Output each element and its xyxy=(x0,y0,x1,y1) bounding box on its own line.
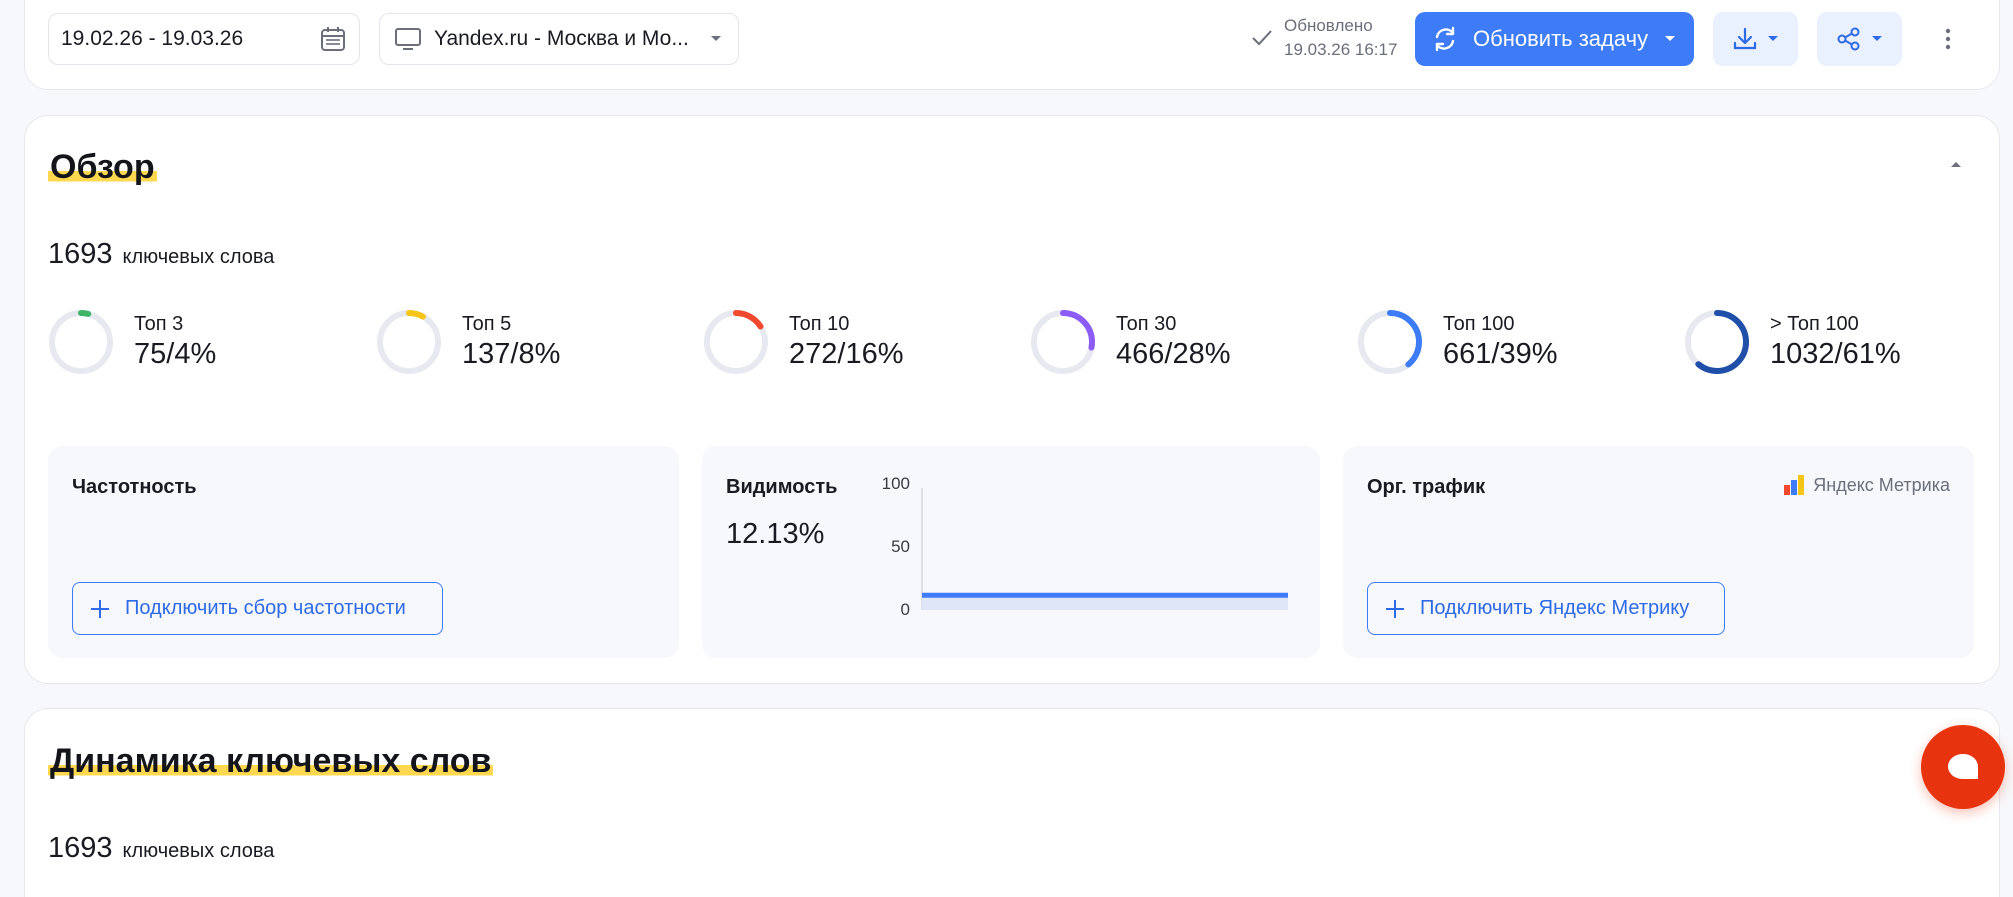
share-button[interactable] xyxy=(1817,12,1902,66)
keywords-label: ключевых слова xyxy=(122,840,275,862)
refresh-icon xyxy=(1435,26,1455,52)
position-stat: Топ 10 272/16% xyxy=(703,309,904,375)
collapse-button[interactable] xyxy=(1948,156,1964,174)
chevron-down-icon xyxy=(1767,36,1778,41)
stat-label: Топ 10 xyxy=(789,313,850,335)
update-task-label: Обновить задачу xyxy=(1473,26,1649,51)
frequency-title: Частотность xyxy=(72,476,197,498)
visibility-panel: Видимость 12.13% 100 50 0 xyxy=(702,446,1320,658)
progress-ring-icon xyxy=(704,310,768,374)
progress-ring-icon xyxy=(49,310,113,374)
date-range-picker[interactable]: 19.02.26 - 19.03.26 xyxy=(48,13,360,65)
chevron-down-icon[interactable] xyxy=(1662,34,1678,44)
position-stat: > Топ 100 1032/61% xyxy=(1684,309,1901,375)
download-button[interactable] xyxy=(1713,12,1798,66)
chevron-down-icon xyxy=(1871,36,1882,41)
dynamics-keywords-count: 1693 ключевых слова xyxy=(48,832,274,865)
region-value: Yandex.ru - Москва и Мо... xyxy=(434,27,689,50)
position-stat: Топ 5 137/8% xyxy=(376,309,560,375)
calendar-icon xyxy=(321,27,345,51)
stat-label: > Топ 100 xyxy=(1770,313,1859,335)
position-stat: Топ 30 466/28% xyxy=(1030,309,1231,375)
check-icon xyxy=(1252,30,1272,46)
frequency-panel: Частотность Подключить сбор частотности xyxy=(48,446,679,658)
overview-title: Обзор xyxy=(48,148,157,186)
progress-ring-icon xyxy=(1031,310,1095,374)
chevron-down-icon xyxy=(711,36,721,41)
connect-frequency-button[interactable]: Подключить сбор частотности xyxy=(72,582,443,635)
position-stat: Топ 100 661/39% xyxy=(1357,309,1558,375)
keywords-label: ключевых слова xyxy=(122,246,275,268)
update-task-button[interactable]: Обновить задачу xyxy=(1415,12,1694,66)
visibility-value: 12.13% xyxy=(726,518,825,550)
progress-ring-track xyxy=(49,310,113,374)
keyword-dynamics-card xyxy=(24,708,2000,897)
stat-value: 137/8% xyxy=(462,338,561,370)
y-tick-label: 0 xyxy=(900,600,910,619)
stat-value: 75/4% xyxy=(134,338,217,370)
connect-metrika-label: Подключить Яндекс Метрику xyxy=(1420,597,1690,619)
position-stat: Топ 3 75/4% xyxy=(48,309,216,375)
traffic-title: Орг. трафик xyxy=(1367,476,1486,498)
keywords-number: 1693 xyxy=(48,238,113,270)
share-icon xyxy=(1837,27,1859,51)
download-icon xyxy=(1733,27,1756,50)
metrika-logo-icon xyxy=(1784,475,1805,495)
plus-icon xyxy=(1386,599,1404,618)
updated-label: Обновлено xyxy=(1284,16,1373,35)
plus-icon xyxy=(91,599,109,618)
visibility-title: Видимость xyxy=(726,476,838,498)
metrika-brand: Яндекс Метрика xyxy=(1783,474,1950,496)
progress-ring-icon xyxy=(1358,310,1422,374)
stat-label: Топ 5 xyxy=(462,313,512,335)
keywords-number: 1693 xyxy=(48,832,113,864)
stat-value: 661/39% xyxy=(1443,338,1558,370)
y-tick-label: 100 xyxy=(881,474,910,493)
traffic-panel: Орг. трафик Яндекс Метрика Подключить Ян… xyxy=(1343,446,1974,658)
connect-frequency-label: Подключить сбор частотности xyxy=(125,597,406,619)
progress-ring-icon xyxy=(1685,310,1749,374)
overview-keywords-count: 1693 ключевых слова xyxy=(48,238,274,271)
more-options-button[interactable] xyxy=(1928,22,1968,56)
progress-ring-icon xyxy=(377,310,441,374)
y-tick-label: 50 xyxy=(891,537,910,556)
update-status: Обновлено 19.03.26 16:17 xyxy=(1250,14,1397,62)
chat-bubble-icon xyxy=(1948,754,1978,779)
more-vertical-icon xyxy=(1945,28,1951,50)
chat-button[interactable] xyxy=(1921,725,2005,809)
connect-metrika-button[interactable]: Подключить Яндекс Метрику xyxy=(1367,582,1725,635)
stat-label: Топ 3 xyxy=(134,313,184,335)
progress-ring-track xyxy=(377,310,441,374)
date-range-value: 19.02.26 - 19.03.26 xyxy=(61,27,244,50)
stat-label: Топ 100 xyxy=(1443,313,1515,335)
keyword-dynamics-title: Динамика ключевых слов xyxy=(48,742,494,780)
stat-value: 1032/61% xyxy=(1770,338,1901,370)
region-select[interactable]: Yandex.ru - Москва и Мо... xyxy=(379,13,739,65)
updated-time: 19.03.26 16:17 xyxy=(1284,40,1398,59)
visibility-chart xyxy=(921,488,1288,610)
monitor-icon xyxy=(395,28,421,50)
stat-value: 272/16% xyxy=(789,338,904,370)
stat-label: Топ 30 xyxy=(1116,313,1177,335)
metrika-brand-label: Яндекс Метрика xyxy=(1813,474,1950,495)
stat-value: 466/28% xyxy=(1116,338,1231,370)
chevron-up-icon xyxy=(1951,162,1961,167)
